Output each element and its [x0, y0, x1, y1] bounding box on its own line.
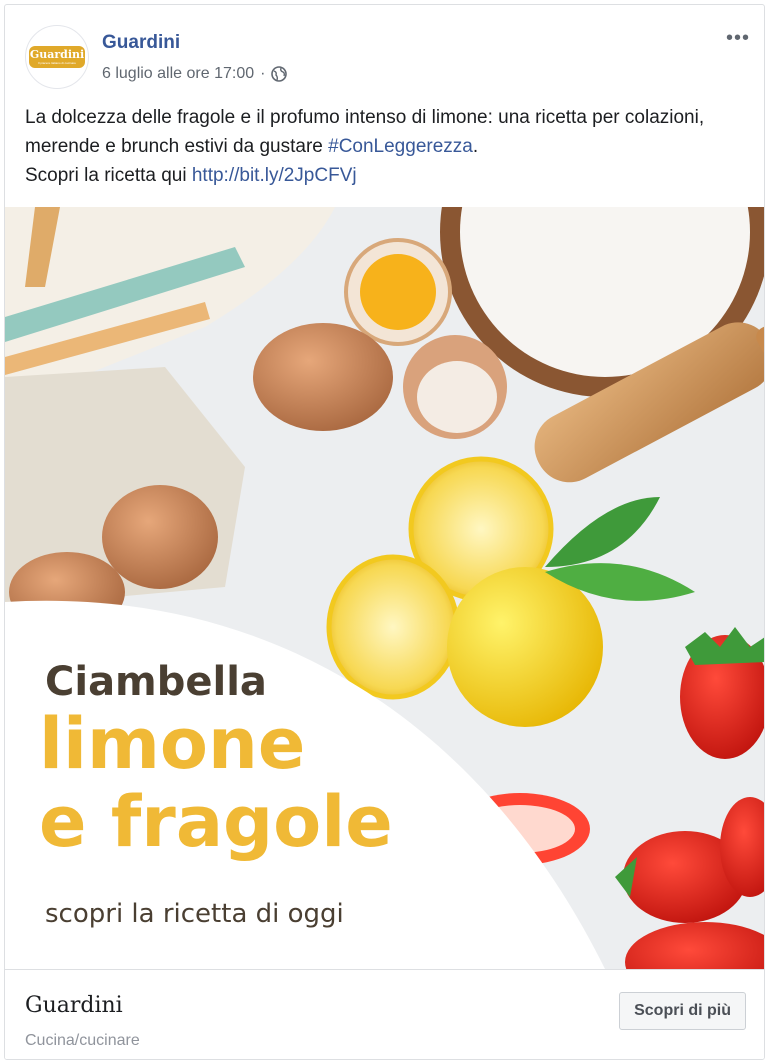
- image-title-limone: limone: [39, 703, 306, 785]
- guardini-logo: Guardini Il piacere italiano di cucinare: [29, 46, 85, 68]
- globe-icon[interactable]: [271, 66, 288, 82]
- footer-category: Cucina/cucinare: [25, 1032, 140, 1049]
- post-image[interactable]: Ciambella limone e fragole scopri la ric…: [5, 207, 764, 969]
- meta-separator: ·: [260, 65, 266, 82]
- post-timestamp[interactable]: 6 luglio alle ore 17:00: [102, 65, 254, 83]
- post-text-period: .: [472, 136, 479, 157]
- recipe-link[interactable]: http://bit.ly/2JpCFVj: [192, 165, 357, 186]
- image-subtitle: scopri la ricetta di oggi: [45, 899, 344, 929]
- image-title-fragole: e fragole: [39, 781, 393, 863]
- post-text-line3: Scopri la ricetta qui: [25, 165, 192, 186]
- post-meta: 6 luglio alle ore 17:00 ·: [102, 65, 288, 83]
- hashtag-link[interactable]: #ConLeggerezza: [328, 136, 473, 157]
- page-avatar[interactable]: Guardini Il piacere italiano di cucinare: [25, 25, 89, 89]
- post-text: La dolcezza delle fragole e il profumo i…: [25, 103, 745, 190]
- footer-title: Guardini: [25, 993, 123, 1018]
- more-options-icon[interactable]: •••: [726, 27, 750, 50]
- logo-tagline: Il piacere italiano di cucinare: [38, 61, 76, 65]
- learn-more-button[interactable]: Scopri di più: [619, 992, 746, 1030]
- post-card: Guardini Il piacere italiano di cucinare…: [4, 4, 765, 1060]
- link-footer[interactable]: Guardini Cucina/cucinare Scopri di più: [5, 969, 764, 1059]
- image-title-ciambella: Ciambella: [45, 659, 267, 705]
- page-name-link[interactable]: Guardini: [102, 32, 180, 54]
- logo-brand: Guardini: [29, 48, 85, 61]
